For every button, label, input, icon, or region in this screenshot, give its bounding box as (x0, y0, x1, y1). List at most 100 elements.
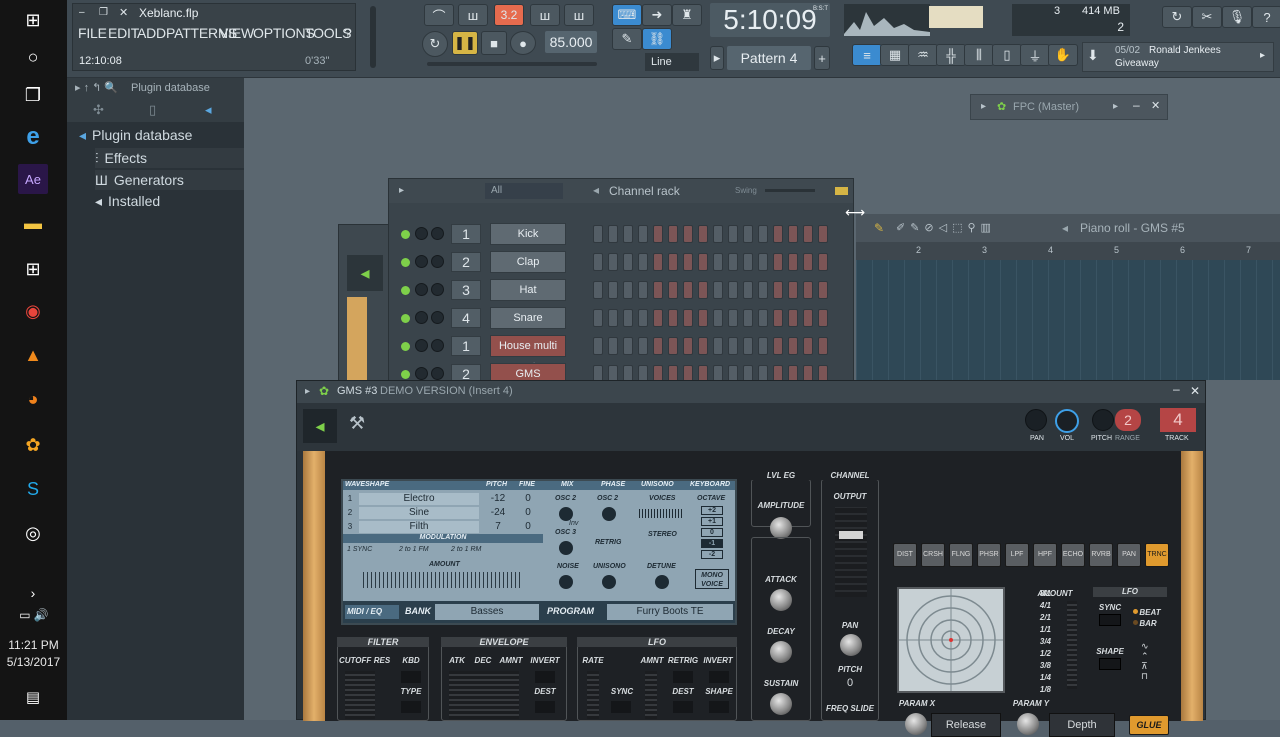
lfo2-dest-button[interactable] (673, 701, 693, 713)
swing-slider[interactable] (765, 189, 815, 192)
channel-mixer-track[interactable]: 1 (451, 336, 481, 356)
fx-button-dist[interactable]: DIST (893, 543, 917, 567)
step-button[interactable] (668, 337, 678, 355)
step-button[interactable] (773, 281, 783, 299)
attack-knob[interactable] (770, 589, 792, 611)
step-edit-icon[interactable]: ➜ (642, 4, 672, 26)
fpc-window[interactable]: ▸ ✿ FPC (Master) ▸ – ✕ (970, 94, 1168, 120)
step-button[interactable] (683, 225, 693, 243)
mix-osc2-knob[interactable] (559, 507, 573, 521)
channel-volume-knob[interactable] (431, 227, 444, 240)
vlc-icon[interactable]: ▲ (18, 340, 48, 370)
step-button[interactable] (758, 337, 768, 355)
step-button[interactable] (818, 225, 828, 243)
edge-icon[interactable]: e (18, 122, 48, 152)
lfo2-sync-button[interactable] (611, 701, 631, 713)
step-button[interactable] (698, 309, 708, 327)
step-button[interactable] (623, 253, 633, 271)
mod-sync[interactable]: 1 SYNC (347, 546, 372, 553)
cortana-icon[interactable]: ○ (18, 42, 48, 72)
playlist-icon[interactable]: ≡ (852, 44, 882, 66)
step-button[interactable] (773, 309, 783, 327)
step-button[interactable] (773, 337, 783, 355)
channel-pitch-value[interactable]: 0 (835, 677, 865, 691)
step-button[interactable] (698, 225, 708, 243)
piano-roll-icon[interactable]: ▦ (880, 44, 910, 66)
osc-pitch[interactable]: -12 (483, 493, 513, 505)
step-button[interactable] (698, 337, 708, 355)
step-button[interactable] (653, 281, 663, 299)
modulation-amount-slider[interactable] (363, 572, 521, 588)
mix-noise-knob[interactable] (559, 575, 573, 589)
channel-row[interactable]: 1 Kick (395, 223, 845, 247)
step-button[interactable] (728, 337, 738, 355)
step-button[interactable] (713, 337, 723, 355)
step-button[interactable] (818, 309, 828, 327)
step-button[interactable] (728, 309, 738, 327)
wrench-icon[interactable]: ⚒ (349, 413, 365, 434)
browser-collapse-icon[interactable]: ✣ (93, 102, 104, 118)
minimize-icon[interactable]: – (79, 7, 91, 19)
kbd-button[interactable] (401, 671, 421, 683)
menu-edit[interactable]: EDIT (108, 25, 139, 41)
close-icon[interactable]: ✕ (1190, 384, 1200, 398)
step-button[interactable] (638, 281, 648, 299)
step-button[interactable] (653, 337, 663, 355)
channel-pan-knob[interactable] (415, 227, 428, 240)
cut-icon[interactable]: ✂ (1192, 6, 1222, 28)
lfo-shape-icons[interactable]: ∿ ⌃ ⊼ ⊓ (1141, 641, 1149, 681)
lfo2-invert-button[interactable] (709, 671, 729, 683)
step-button[interactable] (623, 225, 633, 243)
step-button[interactable] (698, 281, 708, 299)
step-button[interactable] (803, 253, 813, 271)
channel-led[interactable] (401, 258, 410, 267)
fpc-next-icon[interactable]: ▸ (1113, 101, 1118, 112)
channel-mixer-track[interactable]: 4 (451, 308, 481, 328)
channel-row[interactable]: 1 House multi out (395, 335, 845, 373)
menu-file[interactable]: FILE (78, 25, 107, 41)
step-button[interactable] (728, 225, 738, 243)
channel-rack-icon[interactable]: ♒ (908, 44, 938, 66)
step-button[interactable] (638, 309, 648, 327)
channel-led[interactable] (401, 314, 410, 323)
channel-led[interactable] (401, 342, 410, 351)
after-effects-icon[interactable]: Ae (18, 164, 48, 194)
notifications-icon[interactable]: ▤ (18, 682, 48, 712)
step-button[interactable] (593, 225, 603, 243)
gear-icon[interactable]: ✿ (997, 100, 1006, 113)
osc-pitch[interactable]: 7 (483, 521, 513, 533)
cutoff-slider[interactable] (345, 671, 375, 719)
channel-led[interactable] (401, 230, 410, 239)
step-button[interactable] (653, 225, 663, 243)
fx-button-lpf[interactable]: LPF (1005, 543, 1029, 567)
step-button[interactable] (773, 253, 783, 271)
mod-fm[interactable]: 2 to 1 FM (399, 546, 429, 553)
amplitude-knob[interactable] (770, 517, 792, 539)
browser-file-icon[interactable]: ▯ (149, 102, 156, 118)
voices-slider[interactable] (639, 509, 683, 518)
channel-pan-knob[interactable] (415, 255, 428, 268)
step-button[interactable] (818, 337, 828, 355)
channel-filter-select[interactable]: All (485, 183, 563, 199)
browser-item-effects[interactable]: ⫶ Effects (95, 148, 255, 168)
expand-icon[interactable]: ▸ (399, 185, 404, 196)
expand-icon[interactable]: ▸ (981, 101, 986, 112)
channel-name-button[interactable]: Hat (490, 279, 566, 301)
lfo-sync-button[interactable] (1099, 614, 1121, 626)
step-button[interactable] (683, 309, 693, 327)
channel-volume-knob[interactable] (431, 255, 444, 268)
blender-icon[interactable]: ◕ (18, 384, 48, 414)
step-button[interactable] (728, 281, 738, 299)
osc-fine[interactable]: 0 (515, 507, 541, 519)
envelope-sliders[interactable] (449, 671, 519, 719)
master-volume-slider[interactable] (370, 6, 376, 68)
channel-name-button[interactable]: Kick (490, 223, 566, 245)
wait-icon[interactable]: ш (458, 4, 488, 26)
env-dest-button[interactable] (535, 701, 555, 713)
fx-button-flng[interactable]: FLNG (949, 543, 973, 567)
osc-pitch[interactable]: -24 (483, 507, 513, 519)
fx-button-rvrb[interactable]: RVRB (1089, 543, 1113, 567)
lfo-rate-option[interactable]: 1/1 (1025, 625, 1051, 636)
step-button[interactable] (623, 309, 633, 327)
channel-name-button[interactable]: House multi out (490, 335, 566, 373)
